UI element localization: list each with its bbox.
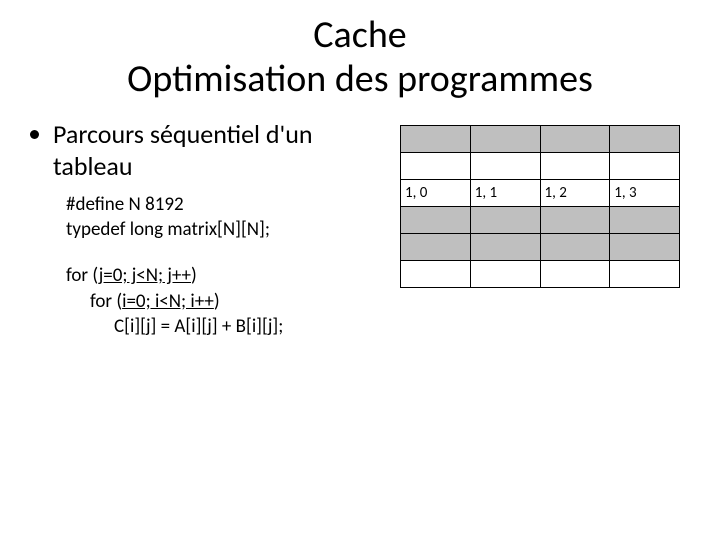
table-row: [401, 207, 680, 234]
table-cell: [470, 261, 540, 288]
table-cell: [401, 153, 471, 180]
code-line: #define N 8192: [66, 192, 390, 218]
right-column: 1, 01, 11, 21, 3: [400, 119, 690, 288]
table-cell: [470, 207, 540, 234]
code-fragment: ): [214, 290, 220, 313]
code-line: typedef long matrix[N][N];: [66, 217, 390, 243]
table-cell: [470, 153, 540, 180]
table-cell: 1, 0: [401, 180, 471, 207]
table-cell: 1, 1: [470, 180, 540, 207]
bullet-text: Parcours séquentiel d'un tableau: [53, 119, 390, 181]
table-cell: [540, 126, 610, 153]
table-cell: [610, 234, 680, 261]
table-row: [401, 234, 680, 261]
title-line-1: Cache: [313, 12, 406, 58]
table-cell: [610, 126, 680, 153]
code-spacer: [66, 243, 390, 263]
code-fragment: for (: [66, 264, 99, 287]
table-row: 1, 01, 11, 21, 3: [401, 180, 680, 207]
code-line: for (j=0; j<N; j++): [66, 263, 390, 289]
slide: Cache Optimisation des programmes Parcou…: [0, 0, 720, 540]
slide-title: Cache Optimisation des programmes: [30, 14, 690, 101]
table-cell: [540, 234, 610, 261]
code-block: #define N 8192 typedef long matrix[N][N]…: [66, 192, 390, 340]
table-row: [401, 126, 680, 153]
code-fragment: for (: [90, 290, 122, 313]
table-row: [401, 261, 680, 288]
code-fragment-underline: i=0; i<N; i++: [122, 290, 214, 313]
code-line: for (i=0; i<N; i++): [90, 289, 390, 315]
table-cell: [540, 207, 610, 234]
title-line-2: Optimisation des programmes: [127, 56, 593, 102]
table-cell: [540, 261, 610, 288]
table-cell: 1, 3: [610, 180, 680, 207]
bullet-item: Parcours séquentiel d'un tableau: [30, 119, 390, 181]
bullet-dot-icon: [30, 130, 39, 139]
table-cell: [610, 207, 680, 234]
code-line: C[i][j] = A[i][j] + B[i][j];: [114, 314, 390, 340]
table-cell: [540, 153, 610, 180]
code-fragment-underline: j=0; j<N; j++: [99, 264, 191, 287]
table-cell: [610, 153, 680, 180]
table-cell: [401, 261, 471, 288]
left-column: Parcours séquentiel d'un tableau #define…: [30, 119, 400, 340]
table-cell: [610, 261, 680, 288]
table-cell: [401, 126, 471, 153]
slide-body: Parcours séquentiel d'un tableau #define…: [30, 119, 690, 340]
table-cell: 1, 2: [540, 180, 610, 207]
table-cell: [401, 207, 471, 234]
table-row: [401, 153, 680, 180]
table-cell: [470, 126, 540, 153]
matrix-table: 1, 01, 11, 21, 3: [400, 125, 680, 288]
table-cell: [401, 234, 471, 261]
table-cell: [470, 234, 540, 261]
code-fragment: ): [191, 264, 197, 287]
